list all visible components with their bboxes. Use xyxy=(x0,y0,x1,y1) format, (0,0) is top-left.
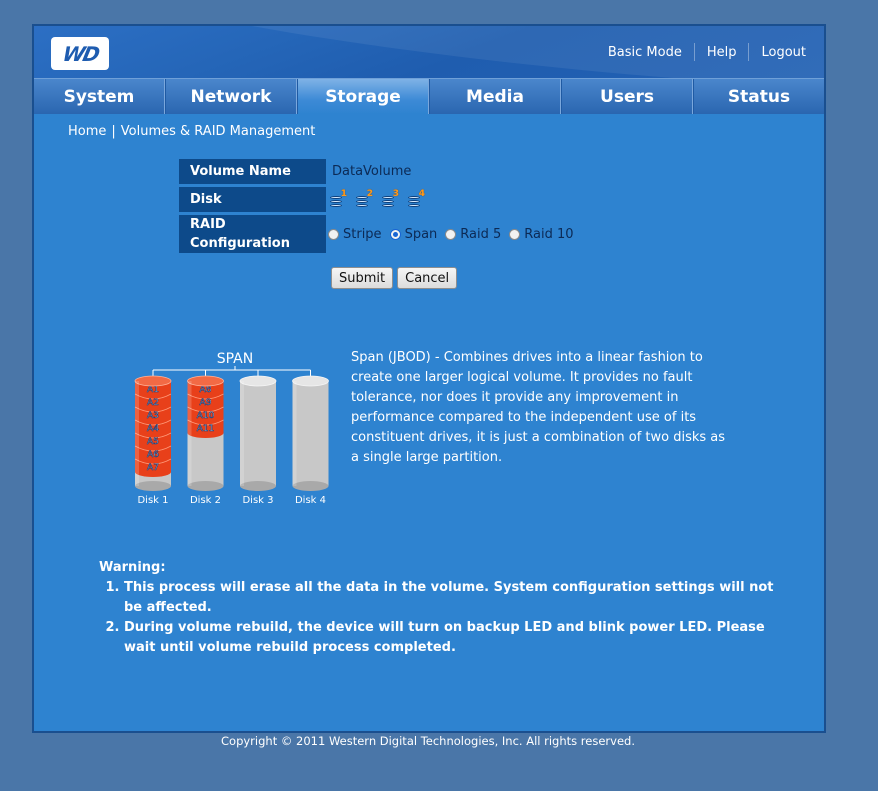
disk-label: Disk 1 xyxy=(137,495,168,506)
cylinder-body xyxy=(292,381,329,486)
cylinder-top xyxy=(292,375,329,387)
logout-link[interactable]: Logout xyxy=(749,45,806,60)
volume-form: Volume Name DataVolume Disk 1 2 3 4 RAID… xyxy=(179,159,582,256)
tab-media[interactable]: Media xyxy=(429,79,561,114)
block-label: A8 xyxy=(200,385,212,395)
disk-number: 1 xyxy=(340,189,347,199)
raid-label-line1: RAID xyxy=(190,217,226,232)
disk-cylinder: A8 A9 A10 A11 xyxy=(187,375,224,491)
warning-list: This process will erase all the data in … xyxy=(99,578,779,658)
form-buttons: Submit Cancel xyxy=(331,267,458,289)
breadcrumb-current: Volumes & RAID Management xyxy=(120,124,316,139)
raid-label-line2: Configuration xyxy=(190,236,290,251)
volume-name-row: Volume Name DataVolume xyxy=(179,159,582,184)
block-label: A6 xyxy=(147,450,159,460)
logo-text: WD xyxy=(60,41,100,66)
radio-indicator[interactable] xyxy=(328,228,339,240)
raid-config-row: RAID Configuration Stripe Span Raid 5 Rai… xyxy=(179,215,582,253)
breadcrumb-separator: | xyxy=(111,124,116,139)
disk-1-icon[interactable]: 1 xyxy=(330,189,347,208)
cylinder-highlight xyxy=(240,381,244,486)
header: WD Basic Mode Help Logout xyxy=(34,26,824,78)
warning-title: Warning: xyxy=(99,560,166,575)
volume-name-label: Volume Name xyxy=(179,159,326,184)
disk-label: Disk 3 xyxy=(242,495,273,506)
disk-number: 2 xyxy=(366,189,373,199)
tab-network[interactable]: Network xyxy=(165,79,297,114)
disk-number: 3 xyxy=(392,189,399,199)
main-nav: System Network Storage Media Users Statu… xyxy=(34,78,824,114)
submit-button[interactable]: Submit xyxy=(331,267,394,289)
radio-raid10[interactable]: Raid 10 xyxy=(509,226,574,242)
disk-label: Disk 4 xyxy=(295,495,326,506)
disk-label: Disk 2 xyxy=(190,495,221,506)
wd-logo[interactable]: WD xyxy=(51,37,109,70)
tab-system[interactable]: System xyxy=(34,79,165,114)
block-label: A1 xyxy=(147,385,159,395)
radio-indicator[interactable] xyxy=(509,228,521,240)
warning-item: This process will erase all the data in … xyxy=(124,578,779,618)
block-label: A10 xyxy=(197,411,215,421)
main-frame: WD Basic Mode Help Logout System Network… xyxy=(32,24,826,733)
block-label: A4 xyxy=(147,424,159,434)
warning-box: Warning: This process will erase all the… xyxy=(99,558,779,658)
radio-stripe[interactable]: Stripe xyxy=(328,227,382,242)
tab-users[interactable]: Users xyxy=(561,79,693,114)
breadcrumb-home[interactable]: Home xyxy=(68,124,106,139)
copyright: Copyright © 2011 Western Digital Technol… xyxy=(221,734,635,748)
disk-row: Disk 1 2 3 4 xyxy=(179,187,582,212)
cylinder-highlight xyxy=(187,381,192,486)
radio-label: Stripe xyxy=(343,226,382,242)
cylinder-bottom xyxy=(135,481,171,491)
block-label: A7 xyxy=(147,463,159,473)
radio-label: Raid 10 xyxy=(524,226,574,242)
disk-cylinder xyxy=(239,375,277,491)
raid-config-label: RAID Configuration xyxy=(179,215,326,253)
help-link[interactable]: Help xyxy=(695,45,749,60)
disk-label: Disk xyxy=(179,187,326,212)
block-label: A3 xyxy=(147,411,159,421)
cylinder-bottom xyxy=(292,481,329,491)
disk-icons: 1 2 3 4 xyxy=(326,189,425,208)
tab-status[interactable]: Status xyxy=(693,79,824,114)
disk-cylinder xyxy=(292,375,329,491)
raid-options: Stripe Span Raid 5 Raid 10 xyxy=(326,227,582,242)
disk-cylinder: A1 A2 A3 A4 A5 A6 A7 xyxy=(134,375,172,491)
tab-storage[interactable]: Storage xyxy=(297,79,429,114)
diagram-title: SPAN xyxy=(217,351,253,367)
cancel-button[interactable]: Cancel xyxy=(397,267,458,289)
cylinder-highlight xyxy=(292,381,297,486)
disk-2-icon[interactable]: 2 xyxy=(356,189,373,208)
raid-description: Span (JBOD) - Combines drives into a lin… xyxy=(351,350,726,465)
cylinder-body xyxy=(240,381,276,486)
block-label: A5 xyxy=(147,437,159,447)
volume-name-value: DataVolume xyxy=(332,164,412,179)
disk-number: 4 xyxy=(418,189,425,199)
breadcrumb: Home | Volumes & RAID Management xyxy=(68,124,315,139)
block-label: A2 xyxy=(147,398,159,408)
radio-indicator[interactable] xyxy=(389,228,401,240)
disk-3-icon[interactable]: 3 xyxy=(382,189,399,208)
basic-mode-link[interactable]: Basic Mode xyxy=(596,45,694,60)
cylinder-top xyxy=(239,375,277,387)
radio-raid5[interactable]: Raid 5 xyxy=(445,227,501,242)
cylinder-bottom xyxy=(187,481,224,491)
radio-span[interactable]: Span xyxy=(389,226,438,242)
cylinder-top xyxy=(134,375,172,387)
cylinder-top xyxy=(187,375,224,387)
top-links: Basic Mode Help Logout xyxy=(596,43,806,61)
block-label: A9 xyxy=(200,398,212,408)
cylinder-bottom xyxy=(240,481,276,491)
radio-indicator[interactable] xyxy=(445,228,457,240)
warning-item: During volume rebuild, the device will t… xyxy=(124,618,779,658)
radio-label: Span xyxy=(404,226,438,242)
disk-4-icon[interactable]: 4 xyxy=(408,189,425,208)
block-label: A11 xyxy=(197,424,215,434)
cylinder-highlight xyxy=(135,381,139,486)
radio-label: Raid 5 xyxy=(460,226,502,242)
span-diagram: SPAN A1 A2 A3 A4 A5 A6 A7 Disk 1 A8 A9 A10 A11 Disk … xyxy=(134,351,329,506)
